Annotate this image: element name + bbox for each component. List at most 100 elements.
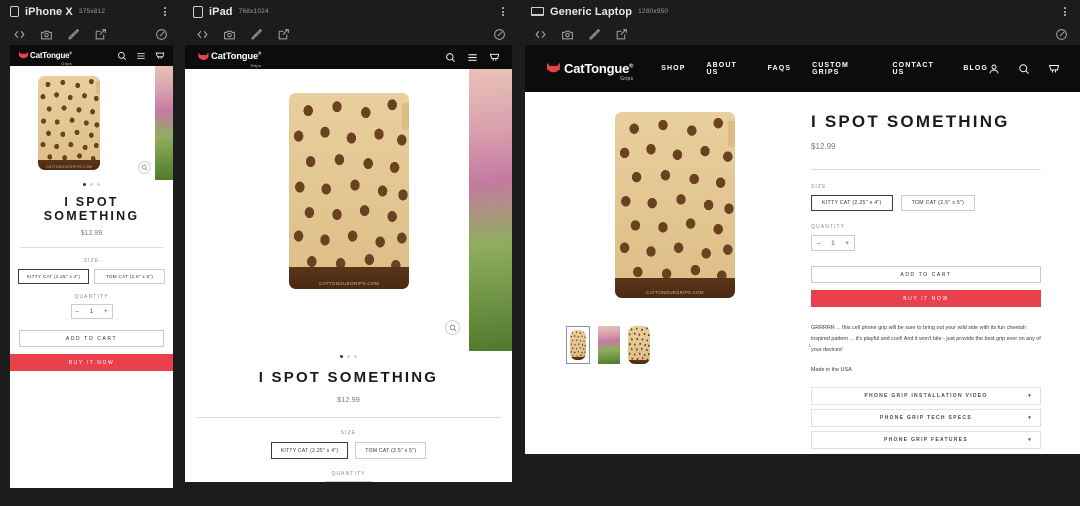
- product-image[interactable]: CATTONGUEGRIPS.COM: [289, 93, 409, 289]
- size-option-tom-cat[interactable]: TOM CAT (2.5" x 5"): [94, 269, 165, 284]
- product-image-tab: [727, 121, 735, 148]
- quantity-stepper[interactable]: – 1 +: [811, 235, 855, 251]
- thumbnail-2[interactable]: [597, 326, 620, 364]
- image-watermark: CATTONGUEGRIPS.COM: [46, 164, 92, 169]
- brand-name: CatTongue® Grips: [30, 51, 72, 66]
- thumbnail-strip[interactable]: ›: [539, 326, 811, 364]
- accordion-tech-specs[interactable]: PHONE GRIP TECH SPECS ▾: [811, 409, 1041, 428]
- search-icon[interactable]: [117, 51, 127, 61]
- panel-menu-button[interactable]: [160, 6, 170, 18]
- edit-external-icon[interactable]: [93, 27, 107, 41]
- gallery-next-button[interactable]: ›: [808, 340, 811, 350]
- magnify-icon: [449, 324, 456, 331]
- registered-mark: ®: [69, 51, 72, 56]
- carousel-dot[interactable]: [347, 355, 350, 358]
- accordion-installation-video[interactable]: PHONE GRIP INSTALLATION VIDEO ▾: [811, 387, 1041, 406]
- accordion-label: PHONE GRIP FEATURES: [884, 437, 968, 444]
- size-option-kitty-cat[interactable]: KITTY CAT (2.25" x 4"): [18, 269, 89, 284]
- nav-item-about-us[interactable]: ABOUT US: [706, 62, 746, 76]
- size-options[interactable]: KITTY CAT (2.25" x 4") TOM CAT (2.5" x 5…: [811, 195, 1041, 211]
- nav-item-blog[interactable]: BLOG: [963, 65, 988, 72]
- code-brackets-icon[interactable]: [533, 27, 547, 41]
- code-brackets-icon[interactable]: [12, 27, 26, 41]
- size-option-tom-cat[interactable]: TOM CAT (2.5" x 5"): [355, 442, 427, 459]
- buy-it-now-button[interactable]: BUY IT NOW: [10, 354, 173, 371]
- size-label: SIZE: [83, 258, 100, 264]
- product-image[interactable]: CATTONGUEGRIPS.COM: [615, 112, 735, 298]
- edit-external-icon[interactable]: [614, 27, 628, 41]
- camera-icon[interactable]: [560, 27, 574, 41]
- add-to-cart-button[interactable]: ADD TO CART: [811, 266, 1041, 283]
- brand-logo[interactable]: CatTongue® Grips: [18, 51, 72, 66]
- product-image[interactable]: CATTONGUEGRIPS.COM: [38, 76, 100, 170]
- reload-clock-icon[interactable]: [492, 27, 506, 41]
- size-option-kitty-cat[interactable]: KITTY CAT (2.25" x 4"): [811, 195, 893, 211]
- quantity-plus-button[interactable]: +: [104, 309, 108, 315]
- nav-item-contact-us[interactable]: CONTACT US: [893, 62, 943, 76]
- size-option-kitty-cat[interactable]: KITTY CAT (2.25" x 4"): [270, 442, 349, 459]
- panel-menu-button[interactable]: [498, 6, 508, 18]
- edit-external-icon[interactable]: [276, 27, 290, 41]
- next-slide-preview[interactable]: [469, 69, 512, 351]
- panel-menu-button[interactable]: [1060, 6, 1070, 18]
- device-header-ipad: iPad 768x1024: [183, 0, 518, 23]
- main-nav: SHOP ABOUT US FAQS CUSTOM GRIPS CONTACT …: [661, 62, 988, 76]
- account-icon[interactable]: [988, 63, 1000, 75]
- carousel-dot[interactable]: [83, 183, 86, 186]
- cart-icon[interactable]: [155, 51, 165, 61]
- zoom-image-button[interactable]: [445, 320, 460, 335]
- quantity-plus-button[interactable]: +: [845, 240, 849, 247]
- carousel-dot[interactable]: [90, 183, 93, 186]
- nav-item-faqs[interactable]: FAQS: [768, 65, 791, 72]
- pipette-icon[interactable]: [587, 27, 601, 41]
- thumbnail-3[interactable]: [627, 326, 651, 364]
- zoom-image-button[interactable]: [138, 161, 151, 174]
- cart-icon[interactable]: [1048, 63, 1060, 75]
- chevron-down-icon[interactable]: ▾: [1028, 393, 1032, 399]
- carousel-dot[interactable]: [97, 183, 100, 186]
- laptop-icon: [531, 7, 544, 16]
- viewport-ipad[interactable]: CatTongue® Grips CATTONGUEGRIPS.COM I SP…: [185, 45, 512, 482]
- pipette-icon[interactable]: [66, 27, 80, 41]
- quantity-stepper[interactable]: – 1 +: [70, 304, 113, 319]
- cat-logo-icon: [545, 62, 562, 75]
- carousel-dot[interactable]: [340, 355, 343, 358]
- nav-item-custom-grips[interactable]: CUSTOM GRIPS: [812, 62, 871, 76]
- chevron-down-icon[interactable]: ▾: [1028, 437, 1032, 443]
- code-brackets-icon[interactable]: [195, 27, 209, 41]
- accordion-features[interactable]: PHONE GRIP FEATURES ▾: [811, 431, 1041, 450]
- reload-clock-icon[interactable]: [154, 27, 168, 41]
- quantity-minus-button[interactable]: –: [817, 240, 821, 247]
- product-gallery-tablet[interactable]: CATTONGUEGRIPS.COM: [185, 69, 512, 351]
- menu-icon[interactable]: [467, 52, 478, 63]
- add-to-cart-button[interactable]: ADD TO CART: [19, 330, 164, 347]
- registered-mark: ®: [629, 63, 634, 70]
- camera-icon[interactable]: [222, 27, 236, 41]
- nav-item-shop[interactable]: SHOP: [661, 65, 685, 72]
- viewport-iphone-x[interactable]: CatTongue® Grips CATTONGUEGRIPS.COM I SP…: [10, 45, 173, 488]
- thumbnail-1[interactable]: [566, 326, 590, 364]
- carousel-dot[interactable]: [354, 355, 357, 358]
- search-icon[interactable]: [445, 52, 456, 63]
- menu-icon[interactable]: [136, 51, 146, 61]
- buy-it-now-button[interactable]: BUY IT NOW: [811, 290, 1041, 307]
- product-gallery-mobile[interactable]: CATTONGUEGRIPS.COM: [10, 66, 173, 180]
- size-options[interactable]: KITTY CAT (2.25" x 4") TOM CAT (2.5" x 5…: [10, 269, 173, 284]
- pipette-icon[interactable]: [249, 27, 263, 41]
- cart-icon[interactable]: [489, 52, 500, 63]
- chevron-down-icon[interactable]: ▾: [1028, 415, 1032, 421]
- brand-logo[interactable]: CatTongue® Grips: [197, 52, 261, 68]
- viewport-generic-laptop[interactable]: CatTongue® Grips SHOP ABOUT US FAQS CUST…: [525, 45, 1080, 454]
- product-image-tab: [96, 80, 100, 94]
- brand-logo[interactable]: CatTongue® Grips: [545, 62, 634, 82]
- reload-clock-icon[interactable]: [1054, 27, 1068, 41]
- quantity-stepper[interactable]: – 1 +: [325, 481, 372, 482]
- size-option-tom-cat[interactable]: TOM CAT (2.5" x 5"): [900, 195, 976, 211]
- search-icon[interactable]: [1018, 63, 1030, 75]
- desktop-site-header: CatTongue® Grips SHOP ABOUT US FAQS CUST…: [525, 45, 1080, 92]
- size-options[interactable]: KITTY CAT (2.25" x 4") TOM CAT (2.5" x 5…: [185, 442, 512, 459]
- camera-icon[interactable]: [39, 27, 53, 41]
- quantity-minus-button[interactable]: –: [76, 309, 79, 315]
- image-watermark: CATTONGUEGRIPS.COM: [318, 281, 380, 287]
- next-slide-preview[interactable]: [155, 66, 173, 180]
